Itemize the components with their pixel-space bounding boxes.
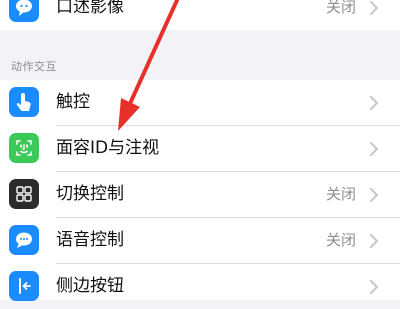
row-label: 触控 bbox=[56, 92, 90, 112]
row-face-id-attention[interactable]: 面容ID与注视 bbox=[0, 126, 400, 171]
chevron-right-icon bbox=[368, 1, 380, 15]
row-side-button[interactable]: 侧边按钮 bbox=[0, 264, 400, 309]
row-label: 口述影像 bbox=[56, 0, 124, 17]
grid-switch-icon bbox=[9, 179, 39, 209]
chevron-right-icon bbox=[368, 188, 380, 202]
row-touch[interactable]: 触控 bbox=[0, 80, 400, 125]
hand-pointer-icon bbox=[9, 87, 39, 117]
row-label: 侧边按钮 bbox=[56, 276, 124, 296]
row-voice-control[interactable]: 语音控制 关闭 bbox=[0, 218, 400, 263]
section-header-interaction: 动作交互 bbox=[11, 60, 57, 73]
chevron-right-icon bbox=[368, 142, 380, 156]
row-label: 切换控制 bbox=[56, 184, 124, 204]
face-id-icon bbox=[9, 133, 39, 163]
row-value: 关闭 bbox=[325, 185, 356, 203]
row-audio-description[interactable]: 口述影像 关闭 bbox=[0, 0, 400, 30]
chevron-right-icon bbox=[368, 234, 380, 248]
side-button-icon bbox=[9, 271, 39, 301]
row-value: 关闭 bbox=[325, 0, 356, 16]
row-label: 面容ID与注视 bbox=[56, 138, 160, 158]
chevron-right-icon bbox=[368, 96, 380, 110]
speech-bubble-icon bbox=[9, 0, 39, 22]
row-switch-control[interactable]: 切换控制 关闭 bbox=[0, 172, 400, 217]
row-label: 语音控制 bbox=[56, 230, 124, 250]
settings-group-top: 口述影像 关闭 bbox=[0, 0, 400, 30]
voice-bubble-icon bbox=[9, 225, 39, 255]
chevron-right-icon bbox=[368, 280, 380, 294]
settings-group-interaction: 触控 面容ID与注视 切换控制 关闭 语音控制 关闭 侧边按钮 bbox=[0, 80, 400, 301]
row-value: 关闭 bbox=[325, 231, 356, 249]
